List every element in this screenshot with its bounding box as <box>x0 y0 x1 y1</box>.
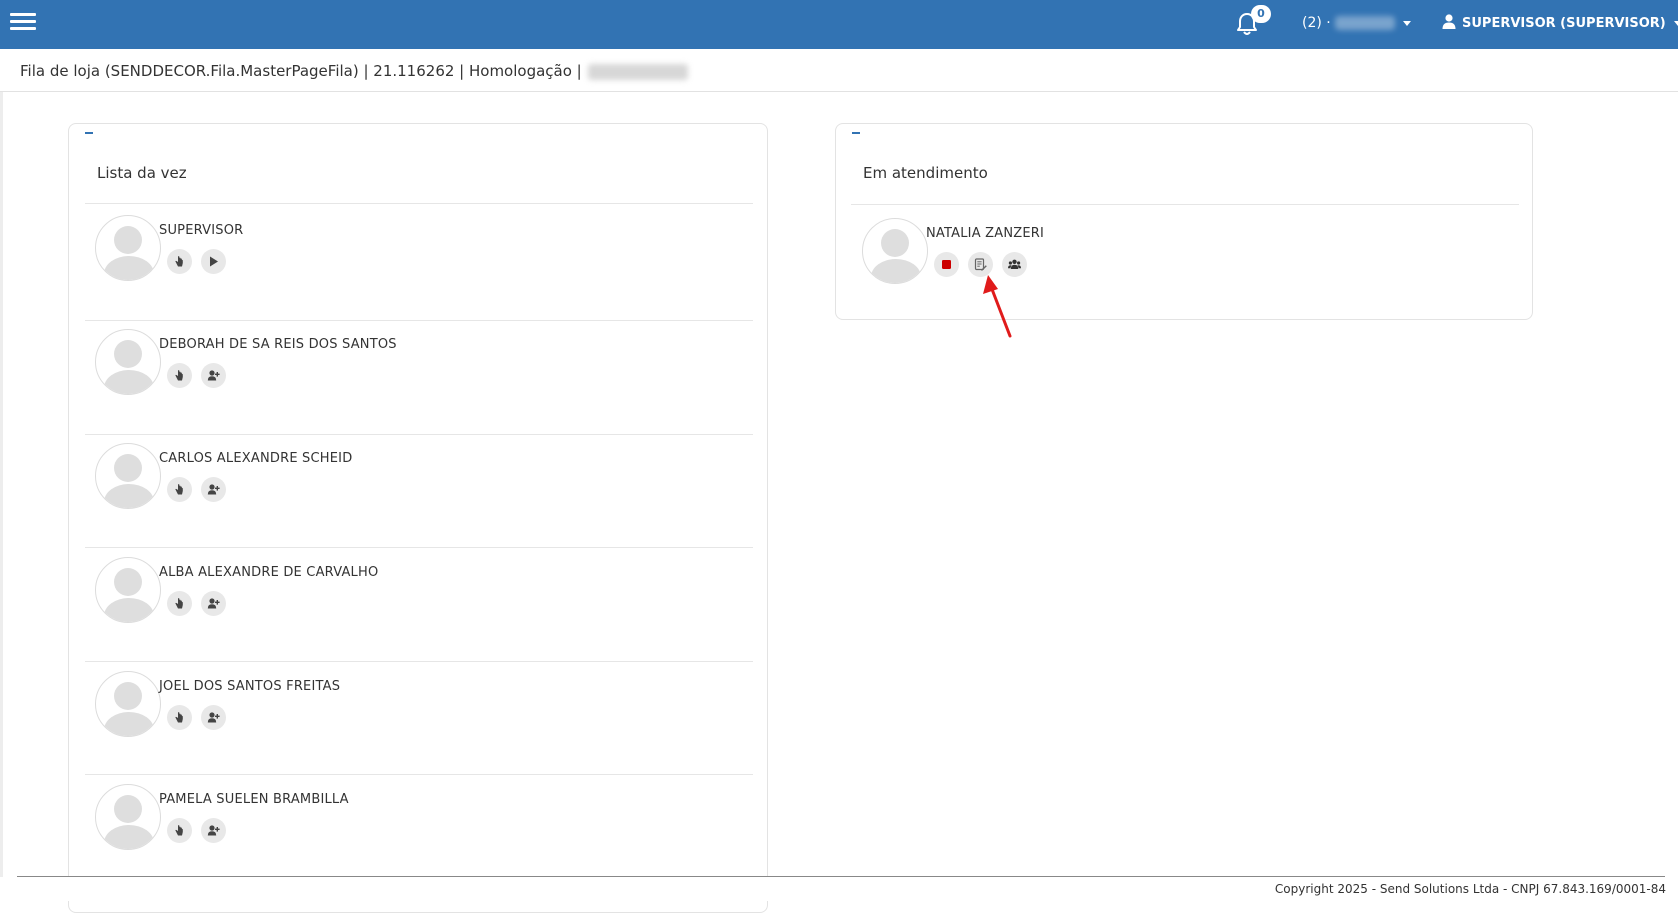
queue-list-item: DEBORAH DE SA REIS DOS SANTOS <box>95 329 735 429</box>
avatar <box>95 215 161 281</box>
collapse-queue-panel-button[interactable] <box>85 132 93 134</box>
serving-panel-title: Em atendimento <box>863 164 988 182</box>
avatar <box>862 218 928 284</box>
serving-list-item: NATALIA ZANZERI <box>862 218 1502 318</box>
queue-panel-divider <box>85 203 753 204</box>
store-selector-label: (2) · <box>1302 15 1331 31</box>
store-selector[interactable]: (2) · <box>1302 15 1411 31</box>
hand-icon[interactable] <box>167 363 192 388</box>
play-icon[interactable] <box>201 249 226 274</box>
store-name-redacted <box>1334 16 1395 30</box>
copyright-footer: Copyright 2025 - Send Solutions Ltda - C… <box>1274 882 1666 896</box>
avatar <box>95 784 161 850</box>
attendant-name: PAMELA SUELEN BRAMBILLA <box>159 792 349 807</box>
breadcrumb-text: Fila de loja (SENDDECOR.Fila.MasterPageF… <box>20 62 582 80</box>
menu-icon[interactable] <box>10 13 36 33</box>
hand-icon[interactable] <box>167 477 192 502</box>
stop-icon <box>942 260 951 269</box>
hand-icon[interactable] <box>167 591 192 616</box>
avatar <box>95 443 161 509</box>
chevron-down-icon <box>1673 21 1678 26</box>
queue-item-divider <box>85 661 753 662</box>
queue-list-item: ALBA ALEXANDRE DE CARVALHO <box>95 557 735 657</box>
user-plus-icon[interactable] <box>201 591 226 616</box>
hand-icon[interactable] <box>167 705 192 730</box>
queue-panel: Lista da vez SUPERVISOR DEBORAH DE SA RE… <box>68 123 768 913</box>
attendant-name: NATALIA ZANZERI <box>926 226 1045 241</box>
user-plus-icon[interactable] <box>201 705 226 730</box>
queue-panel-title: Lista da vez <box>97 164 187 182</box>
environment-redacted <box>587 63 688 80</box>
avatar <box>95 329 161 395</box>
attendant-name: DEBORAH DE SA REIS DOS SANTOS <box>159 337 397 352</box>
page-breadcrumb: Fila de loja (SENDDECOR.Fila.MasterPageF… <box>20 62 688 80</box>
attendant-name: SUPERVISOR <box>159 223 244 238</box>
queue-list-item: CARLOS ALEXANDRE SCHEID <box>95 443 735 543</box>
user-icon <box>1442 14 1456 33</box>
user-menu-label: SUPERVISOR (SUPERVISOR) <box>1462 16 1666 31</box>
user-plus-icon[interactable] <box>201 363 226 388</box>
queue-item-divider <box>85 547 753 548</box>
avatar <box>95 557 161 623</box>
top-navbar: 0 (2) · SUPERVISOR (SUPERVISOR) <box>0 0 1678 49</box>
serving-panel-divider <box>851 204 1519 205</box>
queue-item-divider <box>85 434 753 435</box>
user-menu[interactable]: SUPERVISOR (SUPERVISOR) <box>1442 14 1678 33</box>
hand-icon[interactable] <box>167 249 192 274</box>
avatar <box>95 671 161 737</box>
stop-service-button[interactable] <box>934 252 959 277</box>
notification-count-badge: 0 <box>1251 5 1271 23</box>
user-plus-icon[interactable] <box>201 818 226 843</box>
collapse-serving-panel-button[interactable] <box>852 132 860 134</box>
attendant-name: JOEL DOS SANTOS FREITAS <box>159 679 341 694</box>
serving-panel: Em atendimento NATALIA ZANZERI <box>835 123 1533 320</box>
left-edge-shadow <box>0 92 3 901</box>
queue-list-item: SUPERVISOR <box>95 215 735 315</box>
queue-item-divider <box>85 320 753 321</box>
annotation-arrow-icon <box>983 275 1012 338</box>
queue-list-item: JOEL DOS SANTOS FREITAS <box>95 671 735 771</box>
hand-icon[interactable] <box>167 818 192 843</box>
header-divider <box>0 91 1678 92</box>
queue-item-divider <box>85 774 753 775</box>
queue-list-item: PAMELA SUELEN BRAMBILLA <box>95 784 735 884</box>
chevron-down-icon <box>1402 20 1411 26</box>
attendant-name: CARLOS ALEXANDRE SCHEID <box>159 451 353 466</box>
user-plus-icon[interactable] <box>201 477 226 502</box>
attendant-name: ALBA ALEXANDRE DE CARVALHO <box>159 565 379 580</box>
